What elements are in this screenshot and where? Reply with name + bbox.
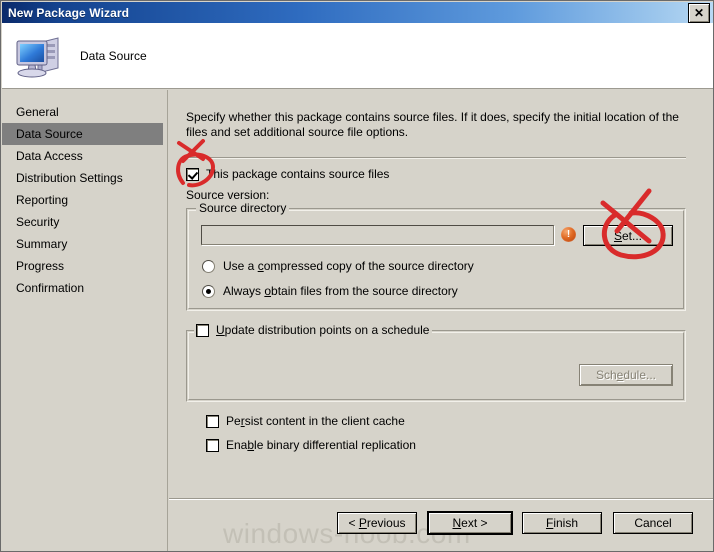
cancel-button[interactable]: Cancel (613, 512, 693, 534)
sidebar-item-data-access[interactable]: Data Access (2, 145, 167, 167)
compressed-copy-radio-row[interactable]: Use a compressed copy of the source dire… (202, 259, 474, 273)
schedule-button[interactable]: Schedule... (579, 364, 673, 386)
contains-source-files-label: This package contains source files (206, 167, 390, 181)
contains-source-files-row[interactable]: This package contains source files (186, 167, 389, 181)
next-button-label: Next > (452, 516, 488, 530)
error-icon: ! (561, 227, 576, 242)
finish-button[interactable]: Finish (522, 512, 602, 534)
sidebar-item-confirmation[interactable]: Confirmation (2, 277, 167, 299)
source-version-label: Source version: (186, 188, 270, 202)
computer-icon (12, 32, 64, 80)
set-button[interactable]: Set... (583, 225, 673, 246)
persist-content-checkbox[interactable] (206, 414, 219, 428)
sidebar-item-security[interactable]: Security (2, 211, 167, 233)
finish-button-label: Finish (545, 516, 579, 530)
intro-text: Specify whether this package contains so… (186, 110, 679, 139)
page-title: Data Source (80, 48, 147, 63)
previous-button[interactable]: < Previous (337, 512, 417, 534)
wizard-step-list: General Data Source Data Access Distribu… (2, 90, 168, 551)
update-dp-checkbox-row[interactable]: Update distribution points on a schedule (194, 323, 433, 337)
source-directory-group-label: Source directory (196, 201, 290, 215)
sidebar-item-data-source[interactable]: Data Source (2, 123, 163, 145)
sidebar-item-progress[interactable]: Progress (2, 255, 167, 277)
persist-content-row[interactable]: Persist content in the client cache (206, 414, 405, 428)
sidebar-item-summary[interactable]: Summary (2, 233, 167, 255)
compressed-copy-radio[interactable] (202, 259, 215, 273)
always-obtain-radio[interactable] (202, 284, 215, 298)
title-bar-buttons: ✕ (688, 2, 713, 23)
binary-diff-checkbox[interactable] (206, 438, 219, 452)
persist-content-label: Persist content in the client cache (226, 414, 405, 428)
main-panel: Specify whether this package contains so… (169, 90, 713, 551)
update-distribution-points-group: Update distribution points on a schedule… (186, 323, 686, 402)
window-title: New Package Wizard (8, 5, 130, 20)
sidebar-item-reporting[interactable]: Reporting (2, 189, 167, 211)
binary-diff-label: Enable binary differential replication (226, 438, 416, 452)
next-button[interactable]: Next > (427, 511, 513, 535)
error-icon-glyph: ! (566, 228, 571, 240)
wizard-header: Data Source (2, 23, 713, 89)
divider (186, 157, 686, 159)
always-obtain-radio-row[interactable]: Always obtain files from the source dire… (202, 284, 458, 298)
footer-divider (169, 498, 713, 500)
contains-source-files-checkbox[interactable] (186, 167, 199, 181)
close-icon[interactable]: ✕ (688, 2, 710, 23)
set-button-label: Set... (613, 228, 643, 243)
update-dp-checkbox[interactable] (196, 323, 209, 337)
sidebar-item-distribution-settings[interactable]: Distribution Settings (2, 167, 167, 189)
new-package-wizard-window: New Package Wizard ✕ Data Source General… (0, 0, 714, 552)
source-directory-group: Source directory ! Set... Use a compress… (186, 201, 686, 311)
binary-diff-row[interactable]: Enable binary differential replication (206, 438, 416, 452)
schedule-button-label: Schedule... (595, 368, 657, 382)
cancel-button-label: Cancel (634, 516, 672, 530)
sidebar-item-general[interactable]: General (2, 101, 167, 123)
title-bar: New Package Wizard ✕ (2, 2, 713, 23)
previous-button-label: < Previous (348, 516, 406, 530)
always-obtain-label: Always obtain files from the source dire… (223, 284, 458, 298)
update-dp-label: Update distribution points on a schedule (216, 323, 430, 337)
compressed-copy-label: Use a compressed copy of the source dire… (223, 259, 474, 273)
source-directory-input[interactable] (201, 225, 554, 245)
